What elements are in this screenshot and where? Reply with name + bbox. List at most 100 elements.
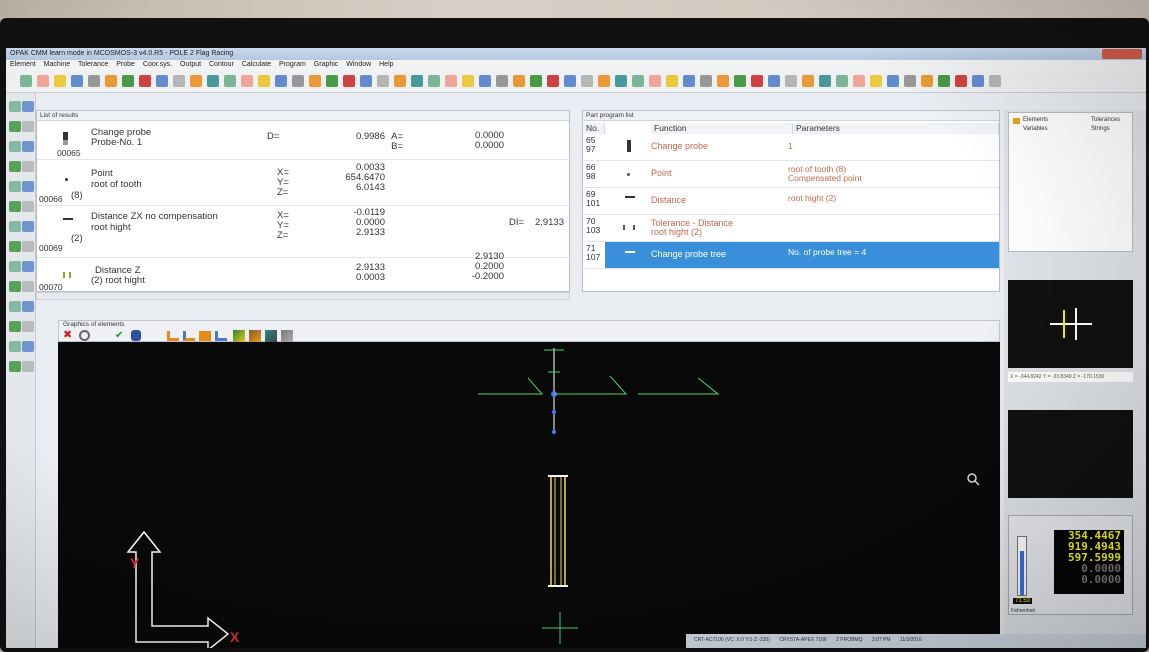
toolbar-tool-icon[interactable] [54, 75, 66, 87]
toolbar-tool-icon[interactable] [241, 75, 253, 87]
left-tool-icon[interactable] [9, 141, 21, 152]
toolbar-tool-icon[interactable] [530, 75, 542, 87]
toolbar-tool-icon[interactable] [309, 75, 321, 87]
left-tool-icon[interactable] [22, 261, 34, 272]
menu-program[interactable]: Program [279, 61, 306, 68]
toolbar-tool-icon[interactable] [717, 75, 729, 87]
mini-graphics-view[interactable] [1008, 280, 1133, 368]
toolbar-tool-icon[interactable] [71, 75, 83, 87]
toolbar-tool-icon[interactable] [989, 75, 1001, 87]
toolbar-tool-icon[interactable] [156, 75, 168, 87]
col-header-parameters[interactable]: Parameters [793, 123, 999, 134]
toolbar-tool-icon[interactable] [802, 75, 814, 87]
plane-xz-icon[interactable] [183, 331, 195, 341]
toolbar-tool-icon[interactable] [785, 75, 797, 87]
left-tool-icon[interactable] [9, 361, 21, 372]
left-tool-icon[interactable] [9, 161, 21, 172]
toolbar-tool-icon[interactable] [275, 75, 287, 87]
toolbar-tool-icon[interactable] [666, 75, 678, 87]
toolbar-tool-icon[interactable] [649, 75, 661, 87]
zoom-icon[interactable] [79, 330, 90, 341]
left-tool-icon[interactable] [9, 201, 21, 212]
plane-yz-icon[interactable] [199, 331, 211, 341]
program-row[interactable]: 65 97 Change probe 1 [583, 134, 999, 161]
left-tool-icon[interactable] [9, 101, 21, 112]
left-tool-icon[interactable] [9, 121, 21, 132]
left-tool-icon[interactable] [9, 321, 21, 332]
left-tool-icon[interactable] [22, 321, 34, 332]
left-tool-icon[interactable] [9, 281, 21, 292]
toolbar-tool-icon[interactable] [224, 75, 236, 87]
taskbar-item[interactable]: CRYSTA-APEX 7106 [779, 637, 826, 643]
user-icon[interactable] [131, 330, 141, 341]
tab-elements[interactable]: Elements [1023, 117, 1048, 123]
toolbar-tool-icon[interactable] [360, 75, 372, 87]
cancel-icon[interactable]: ✖ [63, 330, 74, 341]
taskbar-item[interactable]: 2 PROBMQ [836, 637, 862, 643]
toolbar-tool-icon[interactable] [853, 75, 865, 87]
toolbar-tool-icon[interactable] [462, 75, 474, 87]
toolbar-tool-icon[interactable] [904, 75, 916, 87]
render-icon[interactable] [233, 330, 245, 342]
menu-graphic[interactable]: Graphic [314, 61, 339, 68]
program-row[interactable]: 70 103 Tolerance - Distance root hight (2) [583, 215, 999, 242]
left-tool-icon[interactable] [22, 241, 34, 252]
toolbar-tool-icon[interactable] [768, 75, 780, 87]
result-row[interactable]: 00066 Point root of tooth (8) X= Y= Z= 0.003… [37, 160, 569, 206]
left-tool-icon[interactable] [22, 361, 34, 372]
menu-probe[interactable]: Probe [116, 61, 135, 68]
toolbar-tool-icon[interactable] [207, 75, 219, 87]
toolbar-tool-icon[interactable] [190, 75, 202, 87]
toolbar-tool-icon[interactable] [513, 75, 525, 87]
col-header-function[interactable]: Function [651, 123, 793, 134]
results-scrollbar[interactable] [36, 292, 570, 300]
tab-tolerances[interactable]: Tolerances [1091, 117, 1120, 123]
toolbar-tool-icon[interactable] [173, 75, 185, 87]
toolbar-tool-icon[interactable] [547, 75, 559, 87]
toolbar-tool-icon[interactable] [819, 75, 831, 87]
left-tool-icon[interactable] [22, 221, 34, 232]
left-tool-icon[interactable] [9, 241, 21, 252]
graphics-canvas[interactable]: Y X [58, 342, 1000, 648]
toolbar-tool-icon[interactable] [122, 75, 134, 87]
toolbar-tool-icon[interactable] [37, 75, 49, 87]
left-tool-icon[interactable] [9, 301, 21, 312]
toolbar-tool-icon[interactable] [598, 75, 610, 87]
toolbar-tool-icon[interactable] [870, 75, 882, 87]
col-header-no[interactable]: No. [583, 123, 605, 134]
toolbar-tool-icon[interactable] [479, 75, 491, 87]
toolbar-tool-icon[interactable] [751, 75, 763, 87]
toolbar-tool-icon[interactable] [105, 75, 117, 87]
toolbar-tool-icon[interactable] [683, 75, 695, 87]
toolbar-tool-icon[interactable] [632, 75, 644, 87]
menu-window[interactable]: Window [346, 61, 371, 68]
toolbar-tool-icon[interactable] [564, 75, 576, 87]
toolbar-tool-icon[interactable] [343, 75, 355, 87]
left-tool-icon[interactable] [9, 341, 21, 352]
left-tool-icon[interactable] [22, 281, 34, 292]
probe-view-icon[interactable] [249, 330, 261, 342]
menu-tolerance[interactable]: Tolerance [78, 61, 108, 68]
taskbar-item[interactable]: CRT-AC7106 (VC: X:0 Y:0 Z:-230) [694, 637, 770, 643]
tab-variables[interactable]: Variables [1023, 126, 1048, 132]
left-tool-icon[interactable] [22, 181, 34, 192]
toolbar-tool-icon[interactable] [972, 75, 984, 87]
program-row[interactable]: 69 101 Distance root hight (2) [583, 188, 999, 215]
menu-calculate[interactable]: Calculate [242, 61, 271, 68]
toolbar-tool-icon[interactable] [88, 75, 100, 87]
toolbar-tool-icon[interactable] [955, 75, 967, 87]
toolbar-tool-icon[interactable] [581, 75, 593, 87]
result-row[interactable]: 00070 Distance Z (2) root hight 2.9133 0.0… [37, 252, 569, 293]
left-tool-icon[interactable] [9, 181, 21, 192]
left-tool-icon[interactable] [22, 121, 34, 132]
toolbar-tool-icon[interactable] [411, 75, 423, 87]
toolbar-tool-icon[interactable] [428, 75, 440, 87]
result-row[interactable]: 00065 Change probe Probe-No. 1 D= 0.9986 … [37, 122, 569, 160]
menu-machine[interactable]: Machine [44, 61, 70, 68]
menu-contour[interactable]: Contour [209, 61, 234, 68]
toolbar-tool-icon[interactable] [326, 75, 338, 87]
menu-element[interactable]: Element [10, 61, 36, 68]
tab-strings[interactable]: Strings [1091, 126, 1110, 132]
left-tool-icon[interactable] [22, 161, 34, 172]
iso-view-icon[interactable] [215, 331, 227, 341]
